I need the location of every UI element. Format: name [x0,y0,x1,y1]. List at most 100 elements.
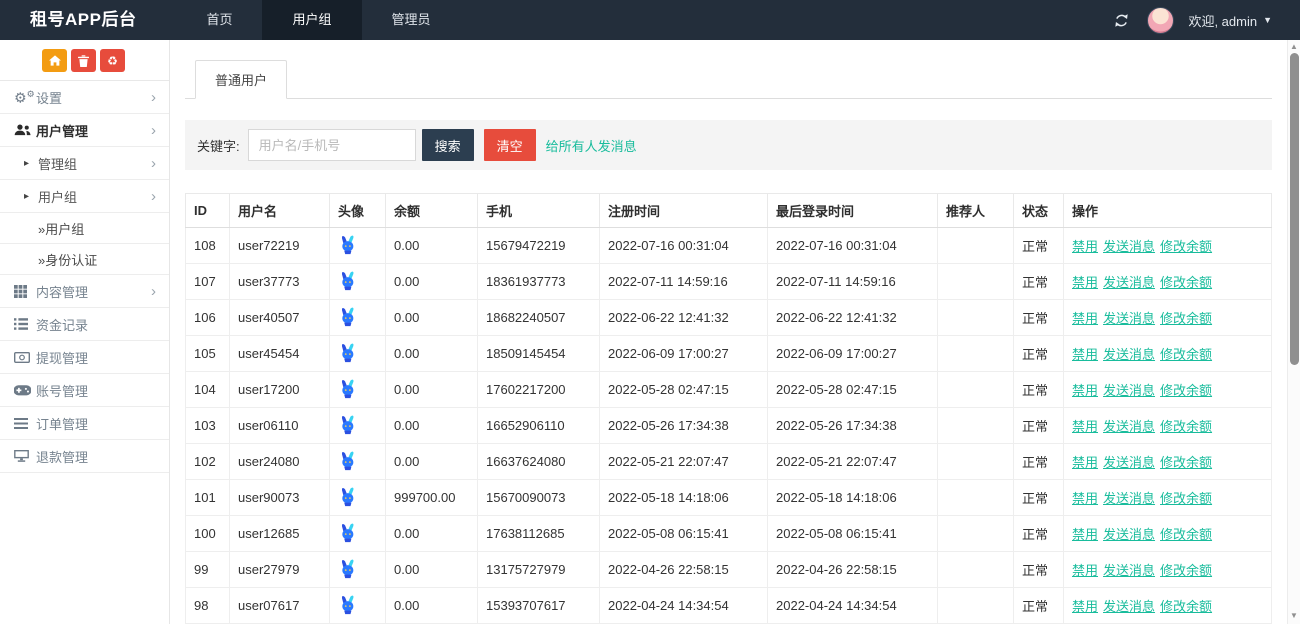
user-dropdown[interactable]: 欢迎, admin ▼ [1188,11,1272,30]
modify-balance-link[interactable]: 修改余额 [1160,527,1212,542]
send-message-link[interactable]: 发送消息 [1103,563,1155,578]
disable-user-link[interactable]: 禁用 [1072,275,1098,290]
disable-user-link[interactable]: 禁用 [1072,599,1098,614]
disable-user-link[interactable]: 禁用 [1072,347,1098,362]
disable-user-link[interactable]: 禁用 [1072,311,1098,326]
chevron-right-icon: › [151,90,156,105]
nav-item-home[interactable]: 首页 [176,0,262,40]
disable-user-link[interactable]: 禁用 [1072,455,1098,470]
sidebar-item-account-management[interactable]: 账号管理 [0,374,169,407]
cell-actions: 禁用发送消息修改余额 [1064,300,1272,336]
table-row: 107 user37773 0.00 18361937773 2022-07-1… [186,264,1272,300]
nav-item-user-group[interactable]: 用户组 [262,0,361,40]
send-message-link[interactable]: 发送消息 [1103,383,1155,398]
send-message-link[interactable]: 发送消息 [1103,455,1155,470]
sidebar-item-admin-group[interactable]: ▸ 管理组 › [0,147,169,180]
cell-balance: 0.00 [386,588,478,624]
home-icon[interactable] [42,49,67,72]
cell-id: 101 [186,480,230,516]
cell-last-login: 2022-07-11 14:59:16 [768,264,938,300]
modify-balance-link[interactable]: 修改余额 [1160,383,1212,398]
cell-actions: 禁用发送消息修改余额 [1064,444,1272,480]
disable-user-link[interactable]: 禁用 [1072,563,1098,578]
cell-id: 98 [186,588,230,624]
col-status: 状态 [1014,194,1064,228]
sidebar-item-order-management[interactable]: 订单管理 [0,407,169,440]
modify-balance-link[interactable]: 修改余额 [1160,311,1212,326]
cell-status: 正常 [1014,372,1064,408]
sidebar-item-label: 设置 [36,88,62,107]
sidebar-item-fund-records[interactable]: 资金记录 [0,308,169,341]
scrollbar-up-arrow-icon[interactable]: ▲ [1288,41,1300,53]
sidebar-item-label: 退款管理 [36,447,88,466]
tab-normal-users[interactable]: 普通用户 [195,60,287,99]
send-message-link[interactable]: 发送消息 [1103,239,1155,254]
cell-id: 108 [186,228,230,264]
table-row: 99 user27979 0.00 13175727979 2022-04-26… [186,552,1272,588]
chevron-right-icon: › [151,123,156,138]
keyword-input[interactable] [248,129,416,161]
send-message-link[interactable]: 发送消息 [1103,527,1155,542]
modify-balance-link[interactable]: 修改余额 [1160,275,1212,290]
vertical-scrollbar[interactable]: ▲ ▼ [1287,40,1300,624]
send-message-link[interactable]: 发送消息 [1103,347,1155,362]
disable-user-link[interactable]: 禁用 [1072,491,1098,506]
modify-balance-link[interactable]: 修改余额 [1160,599,1212,614]
cell-last-login: 2022-06-22 12:41:32 [768,300,938,336]
cell-username: user06110 [230,408,330,444]
cell-avatar [330,552,386,588]
sidebar-subitem-identity-verify[interactable]: »身份认证 [0,244,169,275]
cell-id: 103 [186,408,230,444]
disable-user-link[interactable]: 禁用 [1072,383,1098,398]
sidebar-item-withdrawal-management[interactable]: 提现管理 [0,341,169,374]
send-message-link[interactable]: 发送消息 [1103,419,1155,434]
user-avatar[interactable] [1147,7,1174,34]
chevron-right-icon: › [151,284,156,299]
scrollbar-thumb[interactable] [1290,53,1299,365]
cell-referrer [938,588,1014,624]
sidebar-item-label: 订单管理 [36,414,88,433]
modify-balance-link[interactable]: 修改余额 [1160,563,1212,578]
sidebar-item-content-management[interactable]: 内容管理 › [0,275,169,308]
sidebar-item-settings[interactable]: ⚙⚙ 设置 › [0,81,169,114]
disable-user-link[interactable]: 禁用 [1072,419,1098,434]
sidebar-subitem-user-group[interactable]: »用户组 [0,213,169,244]
sidebar-item-label: 内容管理 [36,282,88,301]
sidebar-item-user-management[interactable]: 用户管理 › [0,114,169,147]
send-message-link[interactable]: 发送消息 [1103,491,1155,506]
search-panel: 关键字: 搜索 清空 给所有人发消息 [185,120,1272,170]
cell-reg-time: 2022-05-18 14:18:06 [600,480,768,516]
modify-balance-link[interactable]: 修改余额 [1160,491,1212,506]
col-referrer: 推荐人 [938,194,1014,228]
send-message-link[interactable]: 发送消息 [1103,311,1155,326]
cell-balance: 0.00 [386,264,478,300]
refresh-icon[interactable] [1110,9,1133,32]
nav-item-admin[interactable]: 管理员 [362,0,461,40]
disable-user-link[interactable]: 禁用 [1072,527,1098,542]
cell-reg-time: 2022-07-16 00:31:04 [600,228,768,264]
broadcast-message-link[interactable]: 给所有人发消息 [546,136,637,155]
modify-balance-link[interactable]: 修改余额 [1160,455,1212,470]
col-balance: 余额 [386,194,478,228]
trash-icon[interactable] [71,49,96,72]
col-avatar: 头像 [330,194,386,228]
scrollbar-down-arrow-icon[interactable]: ▼ [1288,610,1300,622]
send-message-link[interactable]: 发送消息 [1103,275,1155,290]
cell-username: user07617 [230,588,330,624]
cell-username: user90073 [230,480,330,516]
sidebar-item-refund-management[interactable]: 退款管理 [0,440,169,473]
clear-button[interactable]: 清空 [484,129,536,161]
search-button[interactable]: 搜索 [422,129,474,161]
cell-phone: 16637624080 [478,444,600,480]
cell-last-login: 2022-04-26 22:58:15 [768,552,938,588]
cell-balance: 0.00 [386,228,478,264]
modify-balance-link[interactable]: 修改余额 [1160,347,1212,362]
modify-balance-link[interactable]: 修改余额 [1160,239,1212,254]
send-message-link[interactable]: 发送消息 [1103,599,1155,614]
sidebar-item-user-group[interactable]: ▸ 用户组 › [0,180,169,213]
cell-username: user72219 [230,228,330,264]
disable-user-link[interactable]: 禁用 [1072,239,1098,254]
modify-balance-link[interactable]: 修改余额 [1160,419,1212,434]
cell-status: 正常 [1014,300,1064,336]
recycle-icon[interactable]: ♻ [100,49,125,72]
